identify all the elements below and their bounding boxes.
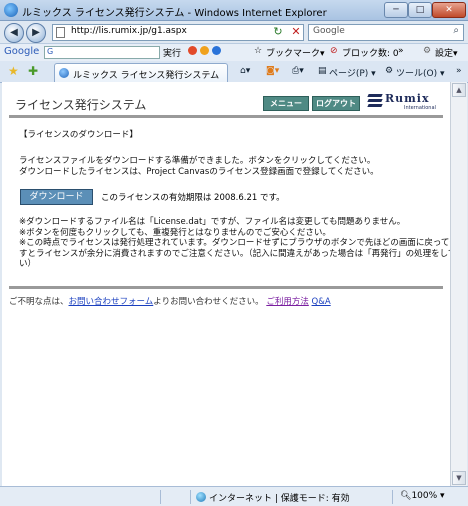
- star-icon[interactable]: ☆: [254, 46, 262, 56]
- favorites-star-icon[interactable]: ★: [8, 64, 19, 78]
- google-tools-icons[interactable]: [188, 46, 221, 57]
- rumix-mark-icon: [367, 94, 383, 108]
- commandbar-overflow[interactable]: »: [456, 66, 462, 76]
- status-separator: [392, 490, 393, 504]
- page-menu-icon: ▤: [318, 66, 327, 76]
- block-icon: ⊘: [330, 46, 338, 56]
- tab-title: ルミックス ライセンス発行システム: [73, 71, 220, 81]
- url-text: http://lis.rumix.jp/g1.aspx: [71, 26, 187, 36]
- zoom-icon: 🔍︎: [400, 491, 412, 501]
- security-zone[interactable]: インターネット | 保護モード: 有効: [196, 491, 350, 504]
- back-arrow-icon: ◀: [10, 27, 18, 38]
- back-button[interactable]: ◀: [4, 23, 24, 43]
- home-icon[interactable]: ⌂▾: [240, 66, 250, 76]
- tab-page-icon: [59, 68, 69, 78]
- bookmarks-button[interactable]: ブックマーク▾: [266, 46, 325, 59]
- feeds-icon[interactable]: ◙▾: [266, 66, 279, 76]
- google-services-icon: [211, 46, 221, 55]
- maximize-button[interactable]: □: [408, 2, 432, 18]
- print-icon[interactable]: ⎙▾: [292, 66, 304, 76]
- tools-menu[interactable]: ツール(O) ▾: [396, 66, 445, 79]
- note-line: い）: [19, 259, 37, 269]
- note-line: ※ダウンロードするファイル名は「License.dat」ですが、ファイル名は変更…: [19, 217, 406, 227]
- toolbar-overflow-button[interactable]: »: [398, 46, 404, 56]
- usage-guide-link[interactable]: ご利用方法: [266, 297, 309, 307]
- menu-button[interactable]: メニュー: [263, 96, 309, 111]
- qa-link[interactable]: Q&A: [312, 297, 331, 307]
- page-title: ライセンス発行システム: [15, 98, 147, 112]
- footer-prefix: ご不明な点は、: [9, 297, 69, 307]
- settings-button[interactable]: 設定▾: [435, 46, 458, 59]
- popup-icon: [199, 46, 209, 55]
- popup-block-counter[interactable]: ブロック数: 0: [342, 46, 399, 59]
- stop-button[interactable]: ✕: [288, 24, 304, 40]
- address-input[interactable]: http://lis.rumix.jp/g1.aspx: [52, 24, 304, 41]
- logout-button[interactable]: ログアウト: [312, 96, 360, 111]
- google-g-icon: G: [47, 47, 54, 56]
- close-button[interactable]: ✕: [432, 2, 466, 18]
- page-menu[interactable]: ページ(P) ▾: [329, 66, 376, 79]
- refresh-icon: ↻: [273, 25, 283, 38]
- notes-block: ※ダウンロードするファイル名は「License.dat」ですが、ファイル名は変更…: [19, 217, 450, 270]
- add-favorites-icon[interactable]: ✚: [28, 64, 38, 78]
- download-button[interactable]: ダウンロード: [20, 189, 93, 205]
- expiry-text: このライセンスの有効期限は 2008.6.21 です。: [101, 193, 285, 203]
- status-separator: [190, 490, 191, 504]
- contact-form-link[interactable]: お問い合わせフォーム: [69, 297, 154, 307]
- header-divider: [9, 115, 443, 118]
- vertical-scrollbar[interactable]: ▲ ▼: [450, 82, 467, 486]
- scroll-down-arrow-icon[interactable]: ▼: [452, 471, 466, 485]
- minimize-button[interactable]: ─: [384, 2, 408, 18]
- pagerank-icon: [188, 46, 197, 55]
- address-toolbar: ◀ ▶ http://lis.rumix.jp/g1.aspx ↻ ✕ Goog…: [0, 21, 468, 43]
- footer: ご不明な点は、お問い合わせフォームよりお問い合わせください。 ご利用方法 Q&A: [9, 295, 331, 307]
- scroll-up-arrow-icon[interactable]: ▲: [452, 83, 466, 97]
- search-placeholder: Google: [313, 26, 345, 36]
- rumix-logo: Rumix International: [367, 92, 440, 114]
- note-line: すとライセンスが余分に消費されますのでご注意ください。（記入に間違えがあった場合…: [19, 248, 450, 259]
- search-icon[interactable]: ⌕: [453, 25, 459, 36]
- browser-window: ルミックス ライセンス発行システム - Windows Internet Exp…: [0, 0, 468, 506]
- page-viewport: ライセンス発行システム メニュー ログアウト Rumix Internation…: [2, 82, 450, 486]
- logo-sub: International: [404, 105, 436, 111]
- zoom-level: 100% ▾: [411, 491, 445, 501]
- google-search-input[interactable]: G: [44, 46, 160, 59]
- footer-divider: [9, 286, 443, 289]
- zoom-control[interactable]: 🔍︎100% ▾: [400, 491, 445, 501]
- intro-line: ダウンロードしたライセンスは、Project Canvasのライセンス登録画面で…: [19, 167, 379, 177]
- page-icon: [56, 27, 65, 38]
- footer-middle: よりお問い合わせください。: [153, 297, 264, 307]
- note-line: ※この時点でライセンスは発行処理されています。ダウンロードせずにブラウザのボタン…: [19, 238, 450, 248]
- stop-icon: ✕: [291, 25, 301, 38]
- google-toolbar: Google G 実行 ☆ ブックマーク▾ ⊘ ブロック数: 0 » ⚙ 設定▾: [0, 43, 468, 62]
- note-line: ※ボタンを何度もクリックしても、重複発行とはなりませんのでご安心ください。: [19, 227, 331, 238]
- refresh-button[interactable]: ↻: [270, 24, 286, 40]
- settings-gear-icon: ⚙: [423, 46, 432, 56]
- status-bar: インターネット | 保護モード: 有効 🔍︎100% ▾: [0, 486, 468, 506]
- tools-gear-icon: ⚙: [385, 66, 394, 76]
- ie-app-icon: [4, 3, 18, 17]
- section-heading: 【ライセンスのダウンロード】: [19, 130, 138, 140]
- forward-button[interactable]: ▶: [26, 23, 46, 43]
- tab-active[interactable]: ルミックス ライセンス発行システム: [54, 63, 228, 83]
- status-separator: [160, 490, 161, 504]
- tab-bar: ★ ✚ ルミックス ライセンス発行システム ⌂▾ ◙▾ ⎙▾ ▤ ページ(P) …: [0, 61, 468, 83]
- security-zone-text: インターネット | 保護モード: 有効: [209, 494, 350, 504]
- globe-icon: [196, 492, 206, 502]
- google-run-button[interactable]: 実行: [163, 46, 181, 59]
- window-title: ルミックス ライセンス発行システム - Windows Internet Exp…: [22, 8, 327, 19]
- search-input[interactable]: Google ⌕: [308, 24, 464, 41]
- google-logo: Google: [4, 46, 40, 57]
- title-bar: ルミックス ライセンス発行システム - Windows Internet Exp…: [0, 0, 468, 21]
- logo-brand: Rumix: [385, 92, 430, 105]
- forward-arrow-icon: ▶: [32, 27, 40, 38]
